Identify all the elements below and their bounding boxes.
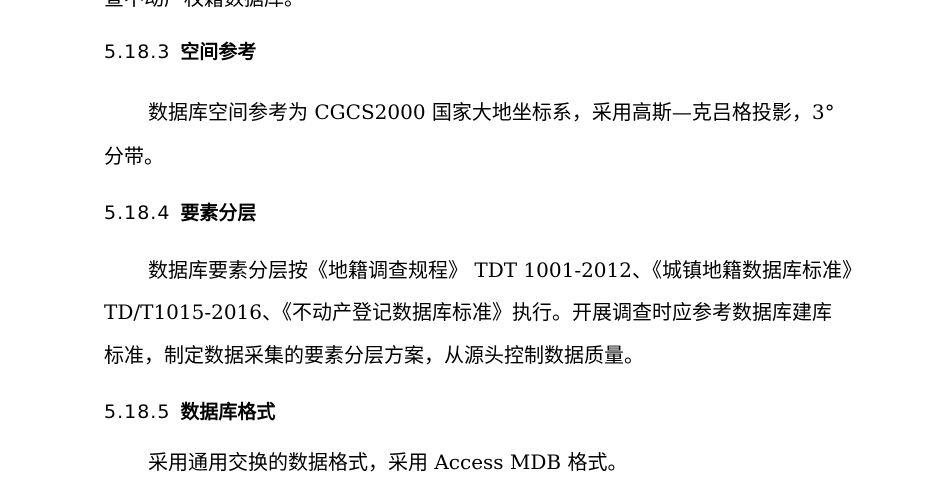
section-title: 数据库格式 [180,401,276,423]
section-title: 要素分层 [180,202,257,224]
section-title: 空间参考 [180,41,257,63]
paragraph-line: 采用通用交换的数据格式，采用 Access MDB 格式。 [148,450,628,474]
section-heading-5-18-4: 5.18.4 要素分层 [104,201,256,225]
paragraph-line: TD/T1015-2016、《不动产登记数据库标准》执行。开展调查时应参考数据库… [104,300,833,324]
paragraph-line: 数据库空间参考为 CGCS2000 国家大地坐标系，采用高斯—克吕格投影，3° [148,100,835,124]
document-page: 查不动产权籍数据库。 5.18.3 空间参考 数据库空间参考为 CGCS2000 … [0,0,943,488]
paragraph-line: 标准，制定数据采集的要素分层方案，从源头控制数据质量。 [104,343,644,367]
section-number: 5.18.4 [104,202,171,224]
section-heading-5-18-5: 5.18.5 数据库格式 [104,400,275,424]
section-heading-5-18-3: 5.18.3 空间参考 [104,40,256,64]
section-number: 5.18.5 [104,401,171,423]
section-number: 5.18.3 [104,41,171,63]
cut-off-text-line: 查不动产权籍数据库。 [104,0,304,10]
paragraph-line: 数据库要素分层按《地籍调查规程》 TDT 1001-2012、《城镇地籍数据库标… [148,258,862,282]
paragraph-line: 分带。 [104,144,164,168]
